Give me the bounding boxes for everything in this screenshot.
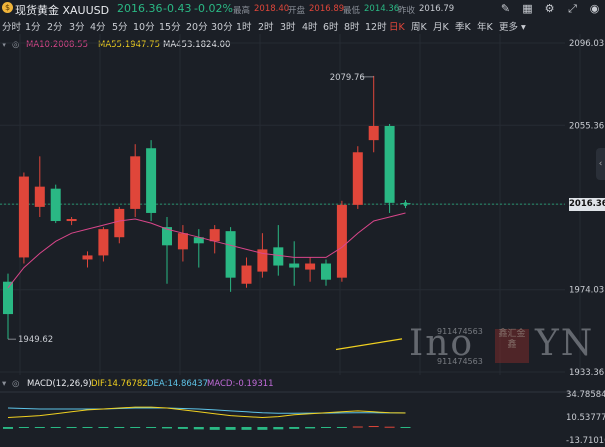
macd-visibility-icon[interactable]: ◎ xyxy=(12,379,19,389)
candle-body-23 xyxy=(368,125,379,141)
candle-body-4 xyxy=(66,219,77,222)
candle-body-7 xyxy=(114,208,125,238)
macd-hist-10 xyxy=(162,426,172,429)
macd-hist-9 xyxy=(146,426,157,428)
price-axis-label-3: 1974.03 xyxy=(569,286,604,296)
macd-hist-4 xyxy=(66,426,77,428)
macd-hist-1 xyxy=(18,426,29,428)
macd-hist-22 xyxy=(352,426,363,428)
macd-title: MACD(12,26,9) xyxy=(27,379,92,389)
candle-body-24 xyxy=(384,125,395,203)
macd-hist-13 xyxy=(209,426,220,430)
candle-body-5 xyxy=(82,255,93,260)
macd-hist-15 xyxy=(241,426,252,430)
last-price-dot xyxy=(403,202,408,207)
macd-hist-2 xyxy=(34,426,45,428)
price-axis-label-0: 2096.03 xyxy=(569,39,604,49)
low-annotation: 1949.62 xyxy=(18,335,53,345)
candle-body-18 xyxy=(289,263,300,268)
candle-body-19 xyxy=(305,263,316,270)
macd-hist-19 xyxy=(305,426,316,429)
macd-hist-6 xyxy=(98,426,109,428)
high-annotation: 2079.76 xyxy=(330,73,365,83)
watermark-text-right: YN xyxy=(535,323,595,364)
candle-body-13 xyxy=(209,229,220,242)
candle-body-8 xyxy=(130,156,141,209)
watermark-seal: 鑫汇金鑫 xyxy=(495,329,529,363)
macd-hist-18 xyxy=(289,426,300,429)
expand-panel-icon[interactable]: ‹ xyxy=(596,148,605,180)
candle-body-11 xyxy=(177,233,188,250)
price-axis-label-1: 2055.36 xyxy=(569,121,604,131)
current-price-tag: 2016.36 xyxy=(569,198,605,211)
macd-hist-17 xyxy=(273,426,284,430)
macd-hist-16 xyxy=(257,426,268,430)
candle-body-21 xyxy=(336,204,347,278)
watermark-number-bottom: 911474563 xyxy=(437,357,483,366)
macd-hist-8 xyxy=(130,426,141,428)
macd-value: MACD:-0.19311 xyxy=(207,379,274,389)
macd-dif: DIF:14.76782 xyxy=(91,379,148,389)
macd-axis-label-0: 34.78584 xyxy=(566,390,605,400)
macd-axis-label-2: -13.71010 xyxy=(566,436,605,446)
macd-hist-7 xyxy=(114,426,125,428)
macd-hist-21 xyxy=(336,426,347,428)
candle-body-20 xyxy=(321,263,331,280)
watermark: Ino 911474563 911474563 鑫汇金鑫 YN xyxy=(409,323,605,371)
macd-hist-14 xyxy=(225,426,236,430)
candle-body-15 xyxy=(241,265,252,284)
candle-body-9 xyxy=(146,148,157,213)
candle-body-17 xyxy=(273,247,284,266)
candle-body-1 xyxy=(18,176,29,258)
macd-legend: ▾ ◎ MACD(12,26,9) DIF:14.76782 DEA:14.86… xyxy=(0,379,400,392)
ma55-line xyxy=(335,338,403,351)
watermark-number-top: 911474563 xyxy=(437,327,483,336)
macd-axis-label-1: 10.53777 xyxy=(566,413,605,423)
macd-hist-5 xyxy=(82,426,93,428)
macd-hist-20 xyxy=(321,426,331,428)
candle-body-2 xyxy=(34,186,45,207)
candle-body-3 xyxy=(50,188,61,222)
macd-hist-12 xyxy=(193,426,204,430)
candle-body-0 xyxy=(3,281,13,315)
candle-body-6 xyxy=(98,229,109,256)
macd-hist-0 xyxy=(3,426,13,429)
candle-body-22 xyxy=(352,152,363,205)
macd-hist-23 xyxy=(368,426,379,428)
macd-hist-3 xyxy=(50,426,61,428)
candle-body-14 xyxy=(225,231,236,278)
macd-hist-11 xyxy=(177,426,188,429)
macd-dea: DEA:14.86437 xyxy=(147,379,209,389)
macd-collapse-icon[interactable]: ▾ xyxy=(2,379,6,389)
macd-hist-24 xyxy=(384,426,395,428)
macd-hist-25 xyxy=(400,426,411,428)
